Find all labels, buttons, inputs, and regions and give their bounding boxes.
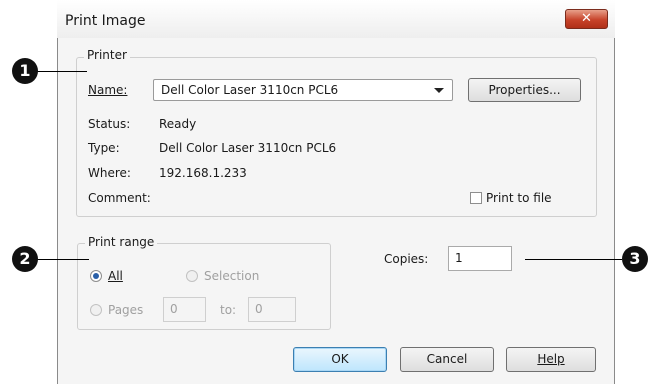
selection-radio[interactable] xyxy=(186,270,198,282)
cancel-button-label: Cancel xyxy=(426,352,468,366)
printer-name-select[interactable]: Dell Color Laser 3110cn PCL6 xyxy=(153,79,453,101)
where-label: Where: xyxy=(88,166,131,180)
status-label: Status: xyxy=(88,117,131,131)
status-value: Ready xyxy=(159,117,197,131)
callout-2-line xyxy=(37,259,89,260)
properties-button[interactable]: Properties... xyxy=(468,78,581,102)
to-page-value: 0 xyxy=(255,302,263,316)
help-button[interactable]: Help xyxy=(506,347,596,372)
window-title: Print Image xyxy=(65,13,146,29)
help-button-label: Help xyxy=(537,352,565,366)
copies-label: Copies: xyxy=(384,252,429,266)
properties-button-label: Properties... xyxy=(488,83,561,97)
copies-value: 1 xyxy=(455,251,463,265)
close-button[interactable]: ✕ xyxy=(565,9,608,29)
all-radio[interactable] xyxy=(90,270,102,282)
print-to-file-label[interactable]: Print to file xyxy=(486,191,552,205)
where-value: 192.168.1.233 xyxy=(159,166,247,180)
cancel-button[interactable]: Cancel xyxy=(400,347,494,372)
selection-radio-label[interactable]: Selection xyxy=(204,269,259,283)
to-label: to: xyxy=(220,303,237,317)
callout-2: 2 xyxy=(12,246,38,272)
all-radio-label-text: All xyxy=(108,269,123,283)
close-icon: ✕ xyxy=(581,11,592,26)
printer-name-value: Dell Color Laser 3110cn PCL6 xyxy=(161,83,339,97)
radio-selected-dot xyxy=(93,273,99,279)
print-to-file-checkbox[interactable] xyxy=(470,192,482,204)
name-label-text: Name: xyxy=(88,83,128,97)
callout-1-line xyxy=(37,71,87,72)
print-range-group-label: Print range xyxy=(85,235,158,249)
type-label: Type: xyxy=(88,141,120,155)
callout-3-line xyxy=(525,259,622,260)
to-page-field[interactable]: 0 xyxy=(248,297,296,322)
name-label: Name: xyxy=(88,83,127,97)
comment-label: Comment: xyxy=(88,191,151,205)
all-radio-label[interactable]: All xyxy=(108,269,123,283)
callout-3: 3 xyxy=(622,246,648,272)
type-value: Dell Color Laser 3110cn PCL6 xyxy=(159,141,337,155)
callout-1: 1 xyxy=(12,58,38,84)
chevron-down-icon xyxy=(434,88,444,93)
from-page-field[interactable]: 0 xyxy=(163,297,206,322)
ok-button-label: OK xyxy=(331,352,349,366)
pages-radio[interactable] xyxy=(90,304,102,316)
copies-field[interactable]: 1 xyxy=(448,246,512,271)
from-page-value: 0 xyxy=(170,302,178,316)
printer-group-label: Printer xyxy=(84,48,130,62)
pages-radio-label[interactable]: Pages xyxy=(108,303,143,317)
ok-button[interactable]: OK xyxy=(293,347,387,372)
